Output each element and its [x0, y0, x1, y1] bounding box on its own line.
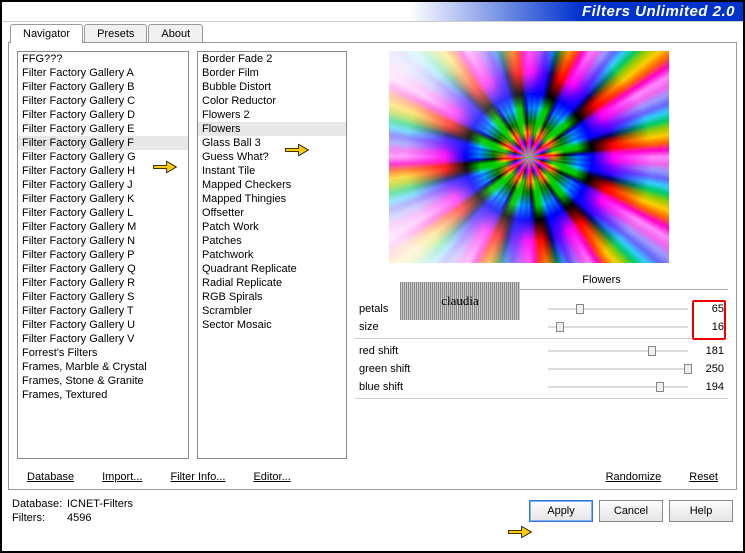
list-item[interactable]: Instant Tile — [198, 164, 346, 178]
list-item[interactable]: Scrambler — [198, 304, 346, 318]
list-item[interactable]: Radial Replicate — [198, 276, 346, 290]
list-item[interactable]: Offsetter — [198, 206, 346, 220]
list-item[interactable]: Filter Factory Gallery Q — [18, 262, 188, 276]
param-value: 16 — [694, 321, 724, 333]
import-button[interactable]: Import... — [102, 471, 142, 483]
tab-strip: NavigatorPresetsAbout — [2, 24, 743, 43]
list-item[interactable]: Filter Factory Gallery E — [18, 122, 188, 136]
database-button[interactable]: Database — [27, 471, 74, 483]
list-item[interactable]: Filter Factory Gallery V — [18, 332, 188, 346]
category-column: FFG???Filter Factory Gallery AFilter Fac… — [17, 51, 189, 481]
list-item[interactable]: Patch Work — [198, 220, 346, 234]
slider[interactable] — [548, 362, 688, 376]
param-label: blue shift — [359, 381, 548, 393]
right-toolbar: Randomize Reset — [606, 471, 718, 483]
param-value: 181 — [694, 345, 724, 357]
preview-image — [389, 51, 669, 263]
list-item[interactable]: Filter Factory Gallery D — [18, 108, 188, 122]
list-item[interactable]: Patches — [198, 234, 346, 248]
list-item[interactable]: Filter Factory Gallery J — [18, 178, 188, 192]
status-text: Database:ICNET-Filters Filters:4596 — [12, 497, 133, 525]
list-item[interactable]: Guess What? — [198, 150, 346, 164]
list-item[interactable]: Filter Factory Gallery G — [18, 150, 188, 164]
param-value: 65 — [694, 303, 724, 315]
tab-navigator[interactable]: Navigator — [10, 24, 83, 43]
cancel-button[interactable]: Cancel — [599, 500, 663, 522]
list-item[interactable]: RGB Spirals — [198, 290, 346, 304]
list-item[interactable]: Filter Factory Gallery U — [18, 318, 188, 332]
list-item[interactable]: Filter Factory Gallery P — [18, 248, 188, 262]
list-item[interactable]: Border Fade 2 — [198, 52, 346, 66]
list-item[interactable]: Forrest's Filters — [18, 346, 188, 360]
apply-button[interactable]: Apply — [529, 500, 593, 522]
param-label: size — [359, 321, 548, 333]
list-item[interactable]: Frames, Textured — [18, 388, 188, 402]
list-item[interactable]: Frames, Marble & Crystal — [18, 360, 188, 374]
list-item[interactable]: Filter Factory Gallery R — [18, 276, 188, 290]
watermark: claudia — [400, 282, 520, 320]
slider[interactable] — [548, 320, 688, 334]
list-item[interactable]: Filter Factory Gallery H — [18, 164, 188, 178]
list-item[interactable]: Filter Factory Gallery A — [18, 66, 188, 80]
title-bar: Filters Unlimited 2.0 — [2, 2, 743, 22]
list-item[interactable]: Filter Factory Gallery N — [18, 234, 188, 248]
slider[interactable] — [548, 302, 688, 316]
tab-presets[interactable]: Presets — [84, 24, 147, 43]
list-item[interactable]: Filter Factory Gallery F — [18, 136, 188, 150]
filter-list[interactable]: Border Fade 2Border FilmBubble DistortCo… — [197, 51, 347, 459]
list-item[interactable]: Filter Factory Gallery T — [18, 304, 188, 318]
list-item[interactable]: FFG??? — [18, 52, 188, 66]
list-item[interactable]: Filter Factory Gallery L — [18, 206, 188, 220]
bottom-bar: Database:ICNET-Filters Filters:4596 Appl… — [2, 491, 743, 531]
param-label: green shift — [359, 363, 548, 375]
category-list[interactable]: FFG???Filter Factory Gallery AFilter Fac… — [17, 51, 189, 459]
param-row: blue shift 194 — [355, 378, 728, 396]
left-toolbar: Database Import... Filter Info... Editor… — [27, 471, 291, 483]
list-item[interactable]: Filter Factory Gallery K — [18, 192, 188, 206]
list-item[interactable]: Filter Factory Gallery S — [18, 290, 188, 304]
slider[interactable] — [548, 380, 688, 394]
list-item[interactable]: Filter Factory Gallery B — [18, 80, 188, 94]
list-item[interactable]: Flowers — [198, 122, 346, 136]
editor-button[interactable]: Editor... — [253, 471, 290, 483]
list-item[interactable]: Bubble Distort — [198, 80, 346, 94]
app-title: Filters Unlimited 2.0 — [582, 3, 735, 20]
param-value: 194 — [694, 381, 724, 393]
list-item[interactable]: Color Reductor — [198, 94, 346, 108]
preview-column: Flowers petals65size16red shift181green … — [355, 51, 728, 481]
randomize-button[interactable]: Randomize — [606, 471, 662, 483]
reset-button[interactable]: Reset — [689, 471, 718, 483]
list-item[interactable]: Mapped Thingies — [198, 192, 346, 206]
param-row: green shift 250 — [355, 360, 728, 378]
list-item[interactable]: Frames, Stone & Granite — [18, 374, 188, 388]
param-row: size 16 — [355, 318, 728, 336]
param-label: red shift — [359, 345, 548, 357]
list-item[interactable]: Glass Ball 3 — [198, 136, 346, 150]
list-item[interactable]: Flowers 2 — [198, 108, 346, 122]
slider[interactable] — [548, 344, 688, 358]
list-item[interactable]: Border Film — [198, 66, 346, 80]
filter-info-button[interactable]: Filter Info... — [170, 471, 225, 483]
list-item[interactable]: Mapped Checkers — [198, 178, 346, 192]
list-item[interactable]: Filter Factory Gallery M — [18, 220, 188, 234]
filter-column: Border Fade 2Border FilmBubble DistortCo… — [197, 51, 347, 481]
list-item[interactable]: Filter Factory Gallery C — [18, 94, 188, 108]
help-button[interactable]: Help — [669, 500, 733, 522]
list-item[interactable]: Quadrant Replicate — [198, 262, 346, 276]
list-item[interactable]: Sector Mosaic — [198, 318, 346, 332]
list-item[interactable]: Patchwork — [198, 248, 346, 262]
param-value: 250 — [694, 363, 724, 375]
tab-about[interactable]: About — [148, 24, 203, 43]
navigator-panel: FFG???Filter Factory Gallery AFilter Fac… — [8, 42, 737, 490]
param-row: red shift 181 — [355, 342, 728, 360]
